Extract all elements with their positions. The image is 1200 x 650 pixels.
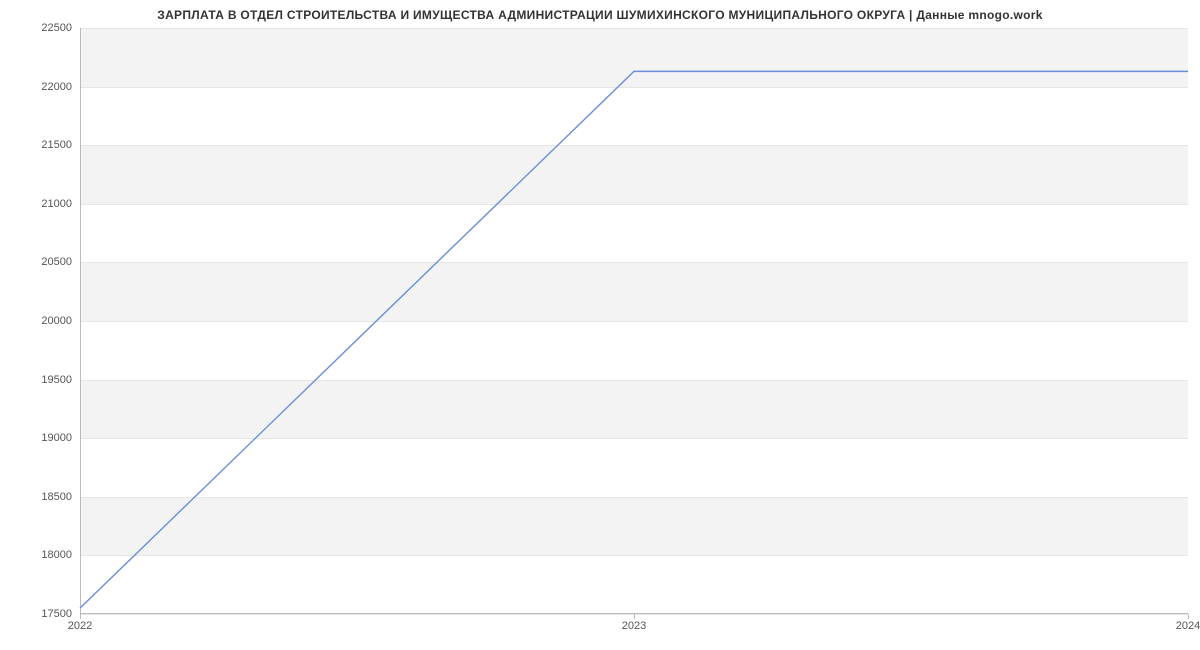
y-tick-label: 17500 (12, 608, 72, 620)
data-line (80, 28, 1188, 614)
x-tick-label: 2024 (1176, 620, 1200, 632)
y-tick-label: 21500 (12, 139, 72, 151)
y-tick-label: 19000 (12, 432, 72, 444)
y-tick-label: 18000 (12, 549, 72, 561)
x-tick-label: 2022 (68, 620, 92, 632)
chart-title: ЗАРПЛАТА В ОТДЕЛ СТРОИТЕЛЬСТВА И ИМУЩЕСТ… (0, 8, 1200, 22)
y-tick-label: 18500 (12, 491, 72, 503)
y-tick-label: 22500 (12, 22, 72, 34)
x-tick (634, 614, 635, 619)
chart-container: ЗАРПЛАТА В ОТДЕЛ СТРОИТЕЛЬСТВА И ИМУЩЕСТ… (0, 0, 1200, 650)
y-tick-label: 22000 (12, 81, 72, 93)
y-tick-label: 20500 (12, 256, 72, 268)
y-tick-label: 20000 (12, 315, 72, 327)
y-tick-label: 19500 (12, 374, 72, 386)
x-tick (1188, 614, 1189, 619)
x-tick (80, 614, 81, 619)
y-tick-label: 21000 (12, 198, 72, 210)
x-tick-label: 2023 (622, 620, 646, 632)
